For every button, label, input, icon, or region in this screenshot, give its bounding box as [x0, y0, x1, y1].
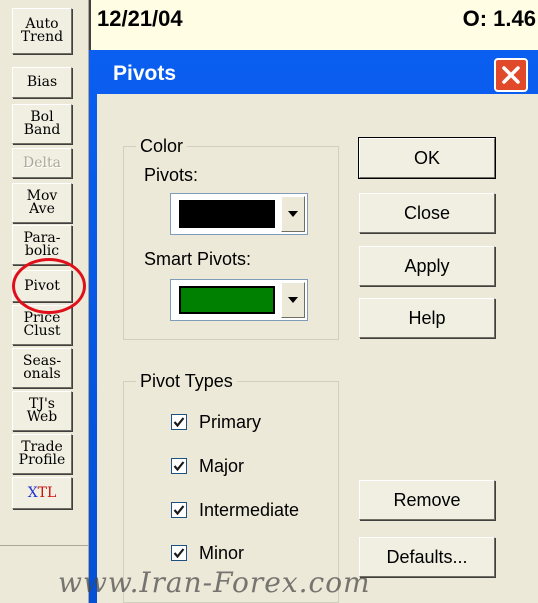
chart-info-strip: 12/21/04 O: 1.46 — [89, 0, 538, 50]
checkmark-icon — [173, 548, 185, 559]
mov-ave-button[interactable]: Mov Ave — [12, 183, 72, 223]
pivots-dialog: Pivots Color Pivots: Smart Pivots: Pivot… — [89, 50, 538, 603]
delta-button[interactable]: Delta — [12, 148, 72, 178]
major-checkbox-row[interactable]: Major — [171, 454, 244, 478]
dropdown-arrow-icon — [288, 211, 298, 217]
apply-button[interactable]: Apply — [359, 246, 495, 286]
pivots-color-label: Pivots: — [144, 165, 199, 185]
auto-trend-button[interactable]: Auto Trend — [12, 8, 72, 54]
intermediate-checkbox-row[interactable]: Intermediate — [171, 498, 299, 522]
intermediate-checkbox[interactable] — [171, 502, 187, 518]
pivots-color-swatch — [179, 200, 275, 228]
close-window-button[interactable] — [494, 58, 528, 92]
minor-checkbox[interactable] — [171, 545, 187, 561]
smart-pivots-dropdown-button[interactable] — [281, 282, 305, 318]
primary-checkbox-row[interactable]: Primary — [171, 410, 261, 434]
pivot-highlight-ring — [12, 258, 86, 314]
checkmark-icon — [173, 417, 185, 428]
dropdown-arrow-icon — [288, 297, 298, 303]
close-icon — [502, 66, 520, 84]
open-price: O: 1.46 — [462, 6, 536, 31]
xtl-tl-label: TL — [37, 484, 57, 501]
checkmark-icon — [173, 461, 185, 472]
dialog-title: Pivots — [113, 62, 177, 85]
pivot-types-group-title: Pivot Types — [136, 371, 237, 392]
intermediate-label: Intermediate — [199, 499, 300, 520]
bias-button[interactable]: Bias — [12, 67, 72, 98]
remove-button[interactable]: Remove — [359, 480, 495, 520]
tjs-web-button[interactable]: TJ's Web — [12, 391, 72, 431]
smart-pivots-color-label: Smart Pivots: — [144, 249, 252, 269]
pivots-dropdown-button[interactable] — [281, 196, 305, 232]
smart-pivots-color-select[interactable] — [170, 279, 308, 321]
major-checkbox[interactable] — [171, 458, 187, 474]
close-button[interactable]: Close — [359, 193, 495, 233]
primary-label: Primary — [199, 411, 261, 432]
dialog-client-area: Color Pivots: Smart Pivots: Pivot Types — [97, 94, 538, 603]
ok-button[interactable]: OK — [358, 137, 496, 179]
trade-profile-button[interactable]: Trade Profile — [12, 434, 72, 474]
bar-date: 12/21/04 — [97, 6, 183, 31]
seasonals-button[interactable]: Seas- onals — [12, 348, 72, 388]
checkmark-icon — [173, 505, 185, 516]
minor-checkbox-row[interactable]: Minor — [171, 541, 244, 565]
pivots-color-select[interactable] — [170, 193, 308, 235]
indicator-toolbar: Auto Trend Bias Bol Band Delta Mov Ave P… — [0, 0, 89, 603]
dialog-title-bar[interactable]: Pivots — [95, 50, 538, 94]
major-label: Major — [199, 455, 245, 476]
defaults-button[interactable]: Defaults... — [359, 537, 495, 577]
bol-band-button[interactable]: Bol Band — [12, 104, 72, 144]
toolbar-divider — [0, 545, 88, 546]
smart-pivots-color-swatch — [179, 286, 275, 314]
help-button[interactable]: Help — [359, 298, 495, 338]
primary-checkbox[interactable] — [171, 414, 187, 430]
minor-label: Minor — [199, 542, 245, 563]
xtl-x-label: X — [27, 484, 38, 501]
color-group-title: Color — [136, 136, 188, 157]
xtl-button[interactable]: X TL — [12, 477, 72, 509]
watermark-text: www.Iran-Forex.com — [58, 566, 371, 599]
color-group: Color Pivots: Smart Pivots: — [123, 136, 339, 340]
